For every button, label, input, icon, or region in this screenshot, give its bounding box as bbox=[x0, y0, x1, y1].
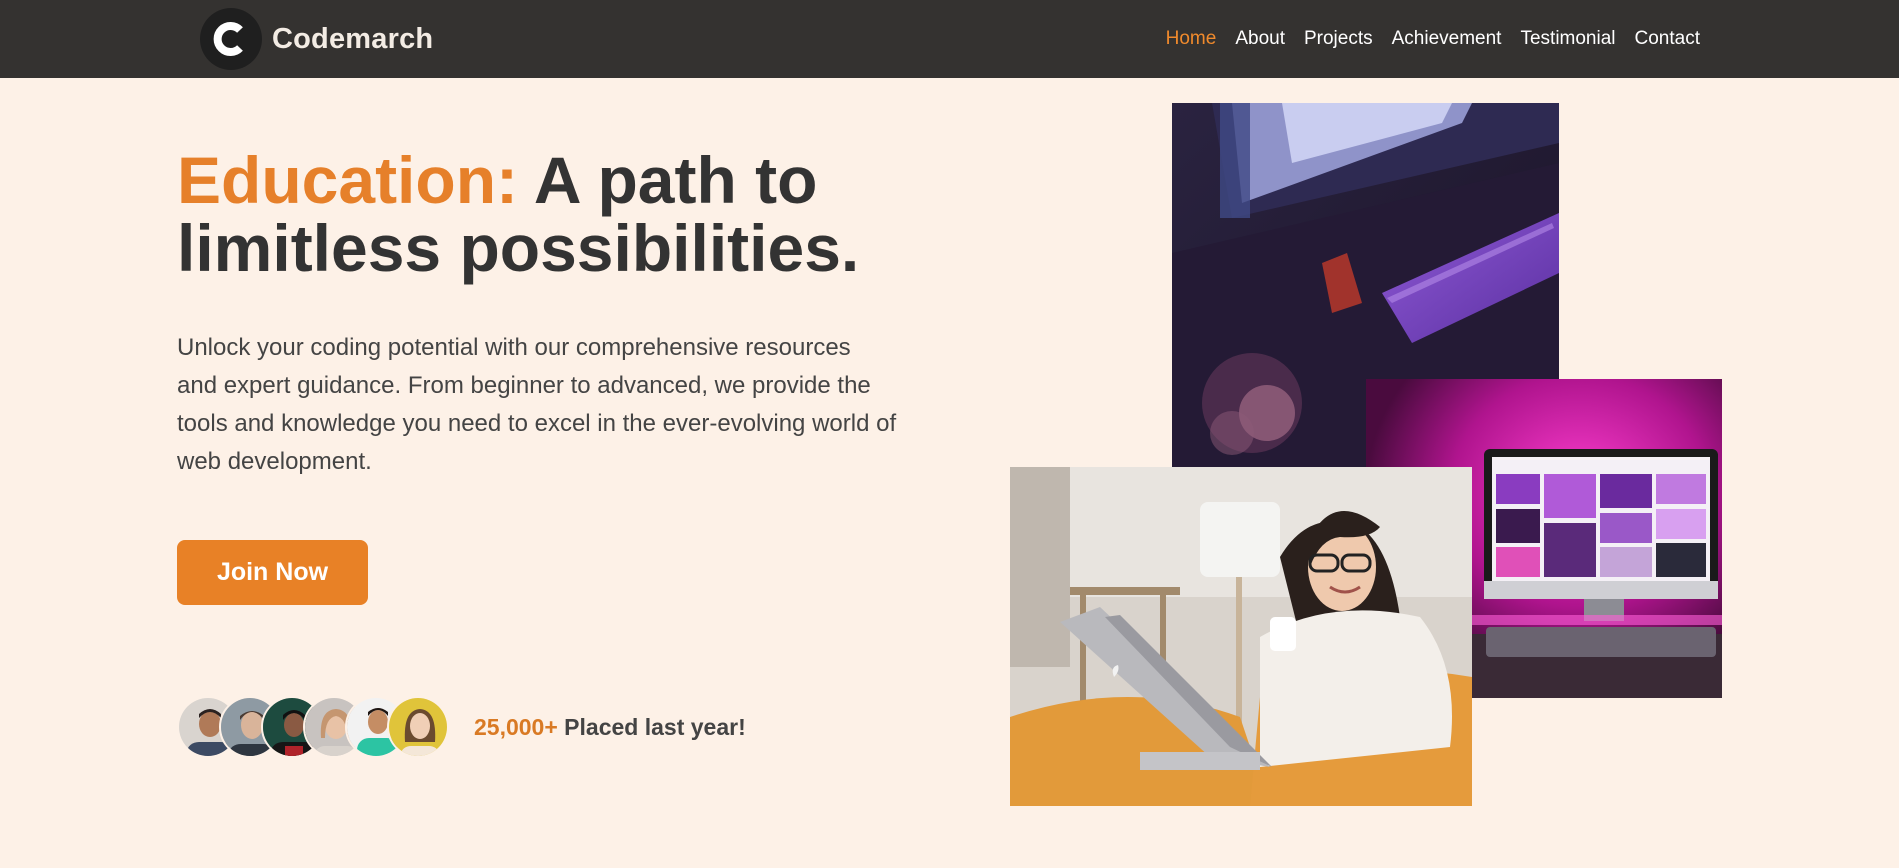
nav-link-contact[interactable]: Contact bbox=[1635, 28, 1700, 50]
placed-stat: 25,000+ Placed last year! bbox=[474, 714, 746, 741]
main-menu: Home About Projects Achievement Testimon… bbox=[1166, 0, 1700, 78]
brand-logo[interactable]: Codemarch bbox=[200, 8, 433, 70]
logo-c-icon bbox=[200, 8, 262, 70]
nav-link-testimonial[interactable]: Testimonial bbox=[1520, 28, 1615, 50]
placed-label: Placed last year! bbox=[557, 714, 746, 740]
brand-name: Codemarch bbox=[272, 22, 434, 55]
top-navbar: Codemarch Home About Projects Achievemen… bbox=[0, 0, 1899, 78]
hero-heading-accent: Education: bbox=[177, 143, 518, 217]
nav-link-home[interactable]: Home bbox=[1166, 28, 1217, 50]
nav-link-about[interactable]: About bbox=[1235, 28, 1285, 50]
hero-description: Unlock your coding potential with our co… bbox=[177, 334, 897, 475]
avatar bbox=[387, 696, 449, 758]
join-now-button[interactable]: Join Now bbox=[177, 540, 368, 605]
nav-link-projects[interactable]: Projects bbox=[1304, 28, 1373, 50]
hero-heading: Education: A path to limitless possibili… bbox=[177, 146, 937, 282]
nav-link-achievement[interactable]: Achievement bbox=[1392, 28, 1502, 50]
placed-count: 25,000+ bbox=[474, 714, 558, 740]
woman-laptop-photo bbox=[1010, 467, 1472, 806]
